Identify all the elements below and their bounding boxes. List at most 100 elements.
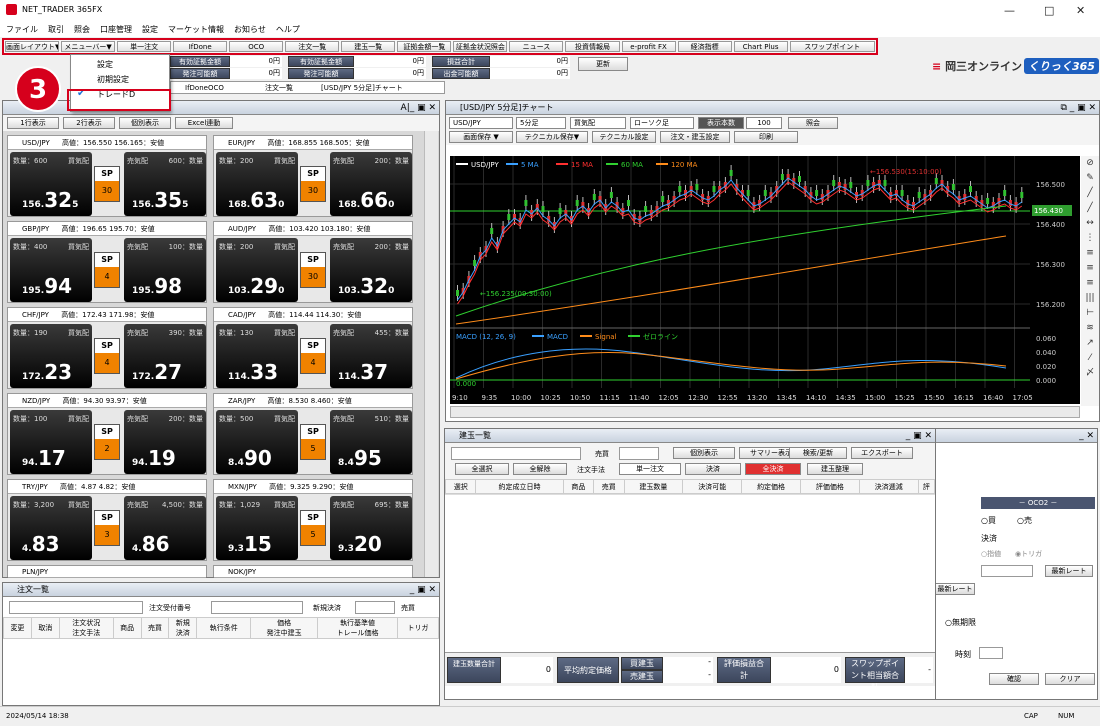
ask-price-box[interactable]: 売気配 455：数量 114.37 (330, 324, 412, 388)
save-screen-button[interactable]: 画面保存 ▼ (449, 131, 513, 143)
swap-point-button[interactable]: スワップポイント (789, 41, 875, 52)
bid-price-box[interactable]: 数量：200 買気配 103.290 (216, 238, 298, 302)
menu-file[interactable]: ファイル (6, 24, 38, 35)
trade-scrollbar[interactable] (424, 131, 438, 577)
order-list-button[interactable]: 注文一覧 (285, 41, 340, 52)
panel-controls-icon[interactable]: _ ▣ ✕ (410, 583, 436, 597)
menu-help[interactable]: ヘルプ (276, 24, 300, 35)
news-button[interactable]: ニュース (509, 41, 564, 52)
new-settle-select[interactable] (355, 601, 395, 614)
bid-price-box[interactable]: 数量：3,200 買気配 4.83 (10, 496, 92, 560)
sell-radio[interactable]: ○売 (1017, 515, 1032, 526)
pair-select[interactable]: ZAR/JPY (228, 397, 255, 405)
settle-button[interactable]: 決済 (685, 463, 741, 475)
panel-controls-icon[interactable]: ⧉ _ ▣ ✕ (1060, 101, 1096, 115)
menu-market[interactable]: マーケット情報 (168, 24, 224, 35)
position-side-select[interactable] (619, 447, 659, 460)
ask-price-box[interactable]: 売気配 695：数量 9.320 (330, 496, 412, 560)
single-order-button[interactable]: 単一注文 (117, 41, 172, 52)
panel-controls-icon[interactable]: _ ▣ ✕ (906, 429, 932, 443)
pair-select[interactable]: NOK/JPY (228, 568, 256, 576)
menu-settings[interactable]: 設定 (142, 24, 158, 35)
deselect-all-button[interactable]: 全解除 (513, 463, 567, 475)
bid-price-box[interactable]: 数量：130 買気配 114.33 (216, 324, 298, 388)
pair-select[interactable]: USD/JPY (22, 139, 50, 147)
export-button[interactable]: エクスポート (851, 447, 913, 459)
chart-type-select[interactable]: ローソク足 (630, 117, 694, 129)
buy-radio[interactable]: ○買 (981, 515, 996, 526)
update-button[interactable]: 更新 (578, 57, 628, 71)
pair-select[interactable]: PLN/JPY (22, 568, 48, 576)
margin-status-button[interactable]: 証拠金状況照会 (453, 41, 508, 52)
ask-price-box[interactable]: 売気配 4,500：数量 4.86 (124, 496, 206, 560)
pair-select[interactable]: GBP/JPY (22, 225, 49, 233)
oco-button[interactable]: OCO (229, 41, 284, 52)
forever-radio[interactable]: ○無期限 (945, 617, 976, 628)
bar-count-input[interactable]: 100 (746, 117, 782, 129)
menu-account[interactable]: 口座管理 (100, 24, 132, 35)
eprofit-button[interactable]: e-profit FX (621, 41, 676, 52)
latest-rate-button[interactable]: 最新レート (1045, 565, 1093, 577)
menu-inquiry[interactable]: 照会 (74, 24, 90, 35)
economic-indicator-button[interactable]: 経済指標 (677, 41, 732, 52)
bid-price-box[interactable]: 数量：500 買気配 8.490 (216, 410, 298, 474)
timeframe-select[interactable]: 5分足 (516, 117, 566, 129)
time-input[interactable] (979, 647, 1003, 659)
investment-info-button[interactable]: 投資情報局 (565, 41, 620, 52)
pair-select[interactable]: MXN/JPY (228, 483, 257, 491)
pair-select[interactable]: AUD/JPY (228, 225, 256, 233)
query-button[interactable]: 照会 (788, 117, 838, 129)
maximize-icon[interactable]: □ (1044, 4, 1054, 17)
excel-link-button[interactable]: Excel連動 (175, 117, 233, 129)
pair-select[interactable]: USD/JPY (449, 117, 513, 129)
position-product-select[interactable] (451, 447, 581, 460)
rate-input[interactable] (981, 565, 1033, 577)
panel-controls-icon[interactable]: A|_ ▣ ✕ (401, 101, 436, 115)
search-update-button[interactable]: 検索/更新 (789, 447, 847, 459)
order-method-select[interactable]: 単一注文 (619, 463, 681, 475)
product-select[interactable] (9, 601, 143, 614)
menu-trade[interactable]: 取引 (48, 24, 64, 35)
bid-price-box[interactable]: 数量：600 買気配 156.325 (10, 152, 92, 216)
limit-radio[interactable]: ○指値 (981, 549, 1001, 559)
chart-scrollbar[interactable] (450, 406, 1080, 418)
bid-price-box[interactable]: 数量：1,029 買気配 9.315 (216, 496, 298, 560)
order-settings-button[interactable]: 注文・建玉設定 (660, 131, 730, 143)
chart-plus-button[interactable]: Chart Plus (733, 41, 788, 52)
individual-view-button[interactable]: 個別表示 (119, 117, 171, 129)
pair-select[interactable]: NZD/JPY (22, 397, 50, 405)
pair-select[interactable]: EUR/JPY (228, 139, 255, 147)
price-type-select[interactable]: 買気配 (570, 117, 626, 129)
pair-select[interactable]: TRY/JPY (22, 483, 48, 491)
settle-all-button[interactable]: 全決済 (745, 463, 801, 475)
panel-controls-icon[interactable]: _ ✕ (1079, 429, 1094, 443)
price-chart[interactable]: 156.500 156.400 156.300 156.200 156.430 USD/J… (450, 156, 1080, 404)
pair-select[interactable]: CAD/JPY (228, 311, 256, 319)
confirm-button[interactable]: 確認 (989, 673, 1039, 685)
two-row-button[interactable]: 2行表示 (63, 117, 115, 129)
bid-price-box[interactable]: 数量：190 買気配 172.23 (10, 324, 92, 388)
minimize-icon[interactable]: — (1004, 4, 1015, 17)
tab-chart[interactable]: [USD/JPY 5分足]チャート (321, 82, 403, 94)
tab-order-list[interactable]: 注文一覧 (265, 82, 293, 94)
trigger-radio[interactable]: ◉トリガ (1015, 549, 1042, 559)
order-number-input[interactable] (211, 601, 303, 614)
bid-price-box[interactable]: 数量：100 買気配 94.17 (10, 410, 92, 474)
save-technical-button[interactable]: テクニカル保存▼ (516, 131, 588, 143)
drawing-tools[interactable]: ⊘ ✎ ╱ ╱ ↔ ⋮ ≡ ≡ ≡ ||| ⊢ ≋ ↗ ⁄ 〆 (1081, 156, 1099, 406)
pair-select[interactable]: CHF/JPY (22, 311, 49, 319)
bid-price-box[interactable]: 数量：400 買気配 195.94 (10, 238, 92, 302)
bid-price-box[interactable]: 数量：200 買気配 168.630 (216, 152, 298, 216)
individual-view-button[interactable]: 個別表示 (673, 447, 735, 459)
ask-price-box[interactable]: 売気配 390：数量 172.27 (124, 324, 206, 388)
clear-button[interactable]: クリア (1045, 673, 1095, 685)
ask-price-box[interactable]: 売気配 600：数量 156.355 (124, 152, 206, 216)
ask-price-box[interactable]: 売気配 200：数量 103.320 (330, 238, 412, 302)
latest-rate-button[interactable]: 最新レート (935, 583, 975, 595)
margin-list-button[interactable]: 証拠金額一覧 (397, 41, 452, 52)
screen-layout-button[interactable]: 画面レイアウト▼ (5, 41, 60, 52)
ask-price-box[interactable]: 売気配 200：数量 94.19 (124, 410, 206, 474)
select-all-button[interactable]: 全選択 (455, 463, 509, 475)
one-row-button[interactable]: 1行表示 (7, 117, 59, 129)
dropdown-item-settings[interactable]: 設定 (71, 55, 169, 70)
